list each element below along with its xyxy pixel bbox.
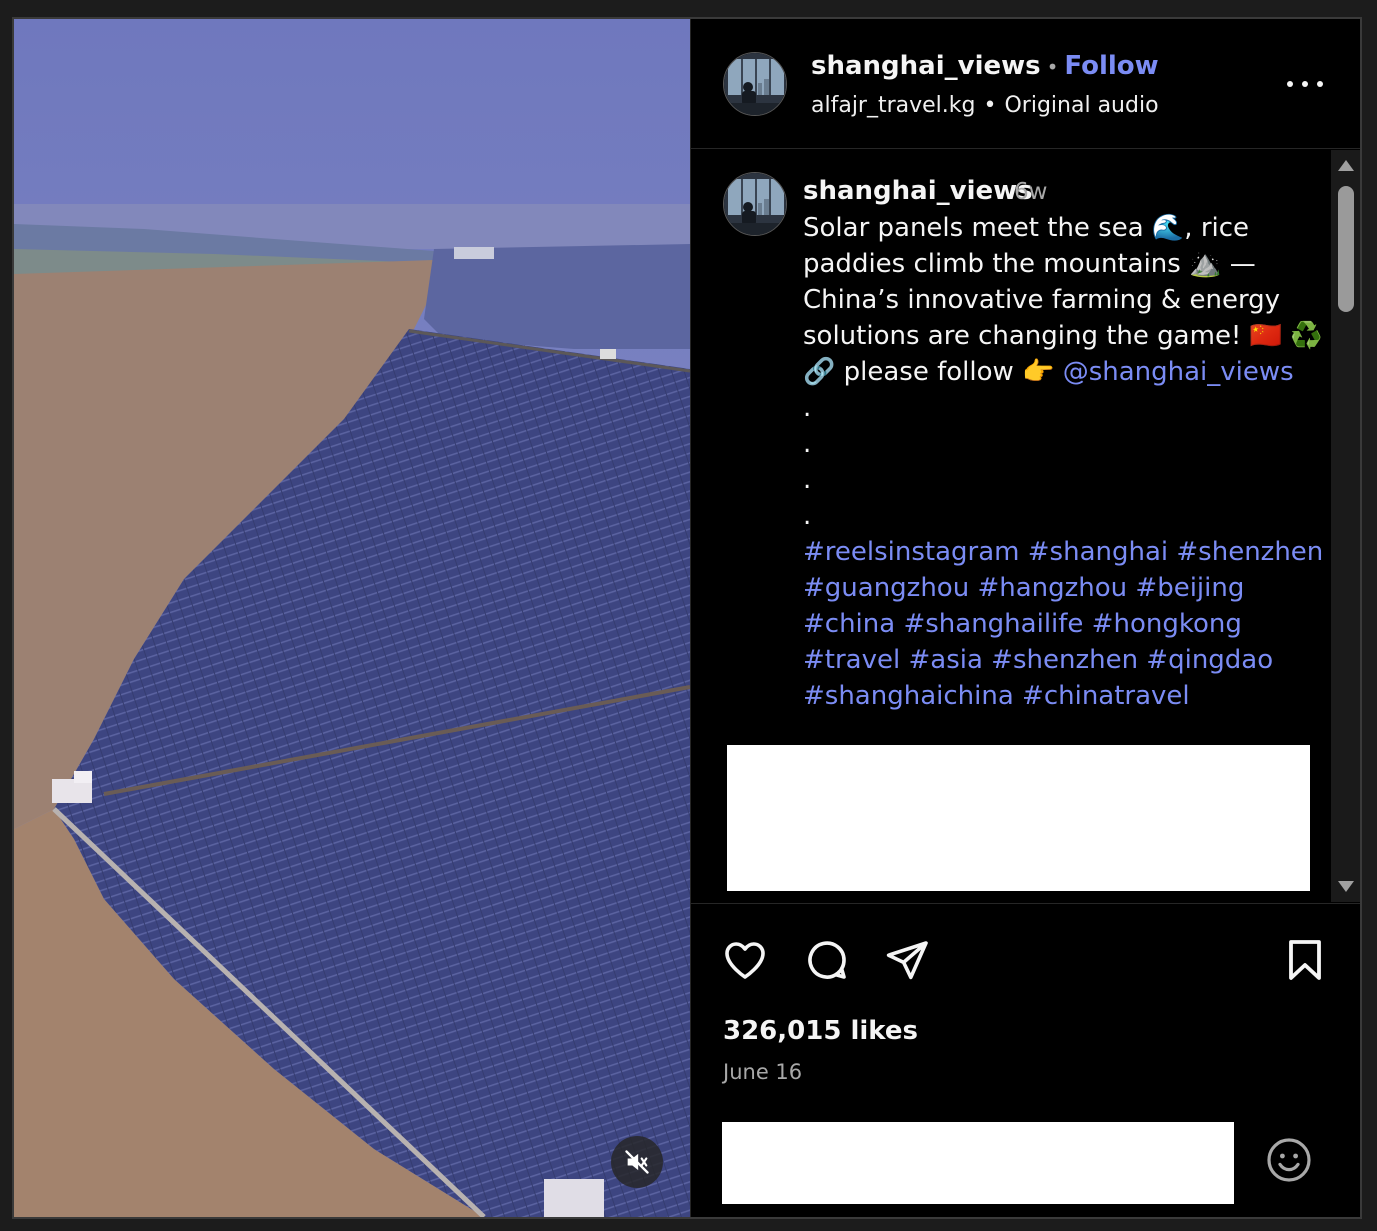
caption-text: Solar panels meet the sea 🌊, rice paddie…	[803, 210, 1323, 714]
caption-line: Solar panels meet the sea 🌊, rice	[803, 213, 1250, 243]
avatar[interactable]	[723, 52, 787, 116]
post-header: shanghai_views • Follow alfajr_travel.kg • O…	[691, 19, 1360, 149]
comments-scrollbar[interactable]	[1331, 150, 1360, 902]
comments-section[interactable]: shanghai_views 6w Solar panels meet the …	[691, 150, 1331, 902]
mute-toggle-button[interactable]	[611, 1136, 663, 1188]
caption-line: solutions are changing the game! 🇨🇳 ♻️	[803, 321, 1323, 351]
hashtag-line[interactable]: #travel #asia #shenzhen #qingdao	[803, 642, 1303, 678]
caption-line: China’s innovative farming & energy	[803, 285, 1281, 315]
video-frame-image	[14, 19, 690, 1217]
caption-dot: .	[803, 501, 812, 531]
post-details-panel: shanghai_views • Follow alfajr_travel.kg • O…	[690, 19, 1360, 1217]
avatar[interactable]	[723, 172, 787, 236]
redacted-comment-area	[727, 745, 1310, 891]
caption-dot: .	[803, 393, 812, 423]
video-player[interactable]	[14, 19, 690, 1217]
hashtag-line[interactable]: #china #shanghailife #hongkong	[803, 606, 1303, 642]
caption-dot: .	[803, 429, 812, 459]
more-options-icon	[1317, 81, 1323, 87]
comment-icon[interactable]	[803, 936, 851, 984]
audio-row: alfajr_travel.kg • Original audio	[811, 93, 1159, 118]
comment-input[interactable]	[722, 1122, 1234, 1204]
caption-follow-line: 🔗 please follow 👉 @shanghai_views	[803, 354, 1303, 390]
caption-line: paddies climb the mountains ⛰️ —	[803, 249, 1256, 279]
speaker-muted-icon	[625, 1150, 649, 1174]
more-options-button[interactable]	[1287, 77, 1323, 91]
likes-count[interactable]: 326,015 likes	[723, 1016, 918, 1046]
original-audio-link[interactable]: Original audio	[1004, 93, 1158, 118]
scrollbar-thumb[interactable]	[1338, 186, 1354, 312]
post-modal: shanghai_views • Follow alfajr_travel.kg • O…	[12, 17, 1362, 1219]
heart-icon[interactable]	[721, 936, 769, 984]
follow-button[interactable]: Follow	[1064, 51, 1158, 81]
more-options-icon	[1302, 81, 1308, 87]
post-date[interactable]: June 16	[723, 1060, 802, 1084]
mention-link[interactable]: @shanghai_views	[1063, 357, 1294, 387]
post-actions: 326,015 likes June 16	[691, 903, 1360, 1217]
username-link[interactable]: shanghai_views	[811, 51, 1041, 81]
caption-timestamp[interactable]: 6w	[1014, 179, 1047, 205]
more-options-icon	[1287, 81, 1293, 87]
caption-dot: .	[803, 465, 812, 495]
separator-dot: •	[1046, 55, 1059, 79]
profile-picture-image	[724, 53, 786, 115]
caption-username[interactable]: shanghai_views	[803, 176, 1033, 206]
scroll-up-arrow-icon[interactable]	[1336, 156, 1356, 176]
profile-picture-image	[724, 173, 786, 235]
follow-prefix: 🔗 please follow 👉	[803, 357, 1063, 387]
audio-user-link[interactable]: alfajr_travel.kg	[811, 93, 976, 118]
hashtag-line[interactable]: #reelsinstagram #shanghai #shenzhen	[803, 534, 1323, 570]
scroll-down-arrow-icon[interactable]	[1336, 876, 1356, 896]
hashtag-line[interactable]: #shanghaichina #chinatravel	[803, 678, 1303, 714]
audio-separator: •	[983, 93, 997, 118]
bookmark-icon[interactable]	[1281, 936, 1329, 984]
header-title-row: shanghai_views • Follow	[811, 51, 1159, 81]
share-icon[interactable]	[883, 936, 931, 984]
hashtag-line[interactable]: #guangzhou #hangzhou #beijing	[803, 570, 1303, 606]
emoji-icon[interactable]	[1265, 1136, 1313, 1184]
